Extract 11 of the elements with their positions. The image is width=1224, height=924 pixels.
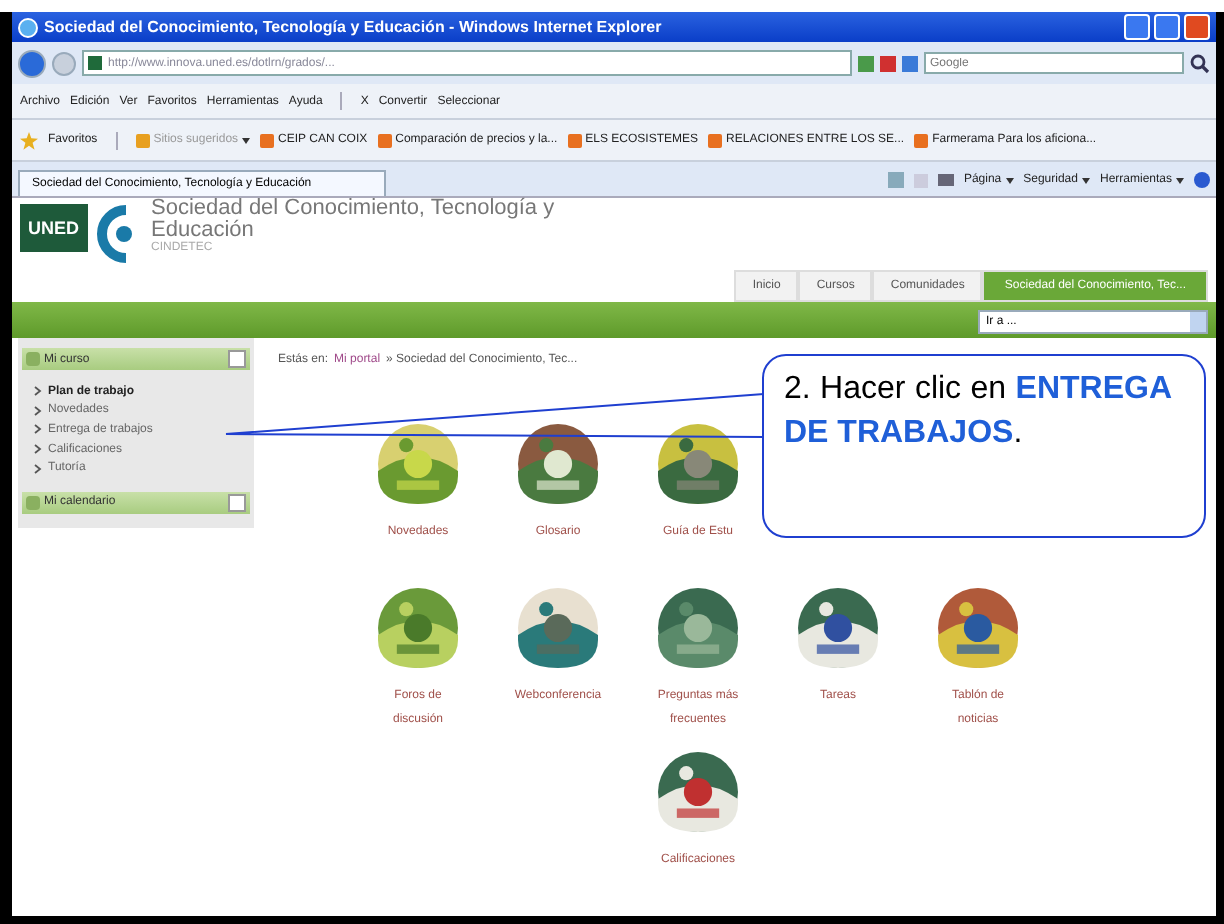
- collapse-icon[interactable]: [228, 350, 246, 368]
- callout: 2. Hacer clic en ENTREGA DE TRABAJOS.: [762, 354, 1206, 538]
- collapse-icon[interactable]: [228, 493, 246, 512]
- close-icon[interactable]: [1184, 14, 1210, 40]
- logo[interactable]: UNED: [20, 204, 88, 252]
- window-title: Sociedad del Conocimiento, Tecnología y Educación - Windows Internet Explorer: [44, 18, 664, 36]
- star-icon: [20, 131, 38, 149]
- search-icon[interactable]: [1190, 53, 1210, 73]
- minimize-icon[interactable]: [1124, 14, 1150, 40]
- site-title: Sociedad del Conocimiento, Tecnología y Educación: [151, 198, 557, 242]
- maximize-icon[interactable]: [1154, 14, 1180, 40]
